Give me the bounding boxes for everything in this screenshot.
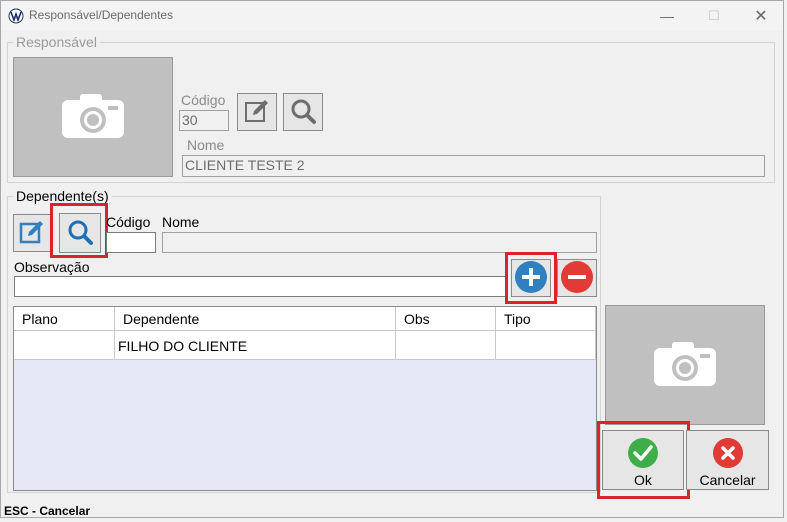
- dependente-nome-label: Nome: [162, 214, 200, 230]
- table-cell-plano[interactable]: [14, 331, 115, 360]
- edit-icon: [243, 97, 271, 128]
- ok-label: Ok: [634, 472, 652, 488]
- codigo-label: Código: [181, 92, 226, 108]
- close-button[interactable]: ✕: [738, 1, 784, 30]
- minimize-button[interactable]: —: [644, 1, 690, 30]
- edit-responsavel-button[interactable]: [237, 93, 277, 131]
- dependente-nome-field[interactable]: [162, 232, 597, 253]
- column-header-plano[interactable]: Plano: [14, 307, 115, 331]
- column-header-obs[interactable]: Obs: [396, 307, 496, 331]
- minus-circle-icon: [560, 260, 594, 297]
- dependentes-legend: Dependente(s): [13, 188, 112, 204]
- plus-circle-icon: [514, 260, 548, 297]
- search-icon: [66, 218, 94, 249]
- table-cell-obs[interactable]: [396, 331, 496, 360]
- remove-dependente-button[interactable]: [557, 259, 597, 297]
- camera-icon: [60, 92, 126, 143]
- table-cell-dependente[interactable]: FILHO DO CLIENTE: [115, 331, 396, 360]
- edit-dependente-button[interactable]: [13, 214, 51, 252]
- check-circle-icon: [627, 437, 659, 472]
- ok-button[interactable]: Ok: [602, 430, 684, 490]
- camera-icon: [652, 340, 718, 391]
- codigo-field[interactable]: 30: [179, 110, 229, 131]
- table-cell-tipo[interactable]: [496, 331, 596, 360]
- column-header-tipo[interactable]: Tipo: [496, 307, 596, 331]
- responsavel-legend: Responsável: [13, 34, 100, 50]
- edit-icon: [18, 218, 46, 249]
- observacao-label: Observação: [14, 259, 90, 275]
- nome-field[interactable]: CLIENTE TESTE 2: [182, 155, 765, 177]
- search-icon: [289, 97, 317, 128]
- nome-label: Nome: [187, 137, 225, 153]
- dependente-codigo-label: Código: [106, 214, 151, 230]
- search-responsavel-button[interactable]: [283, 93, 323, 131]
- cancel-label: Cancelar: [699, 472, 756, 488]
- window-title: Responsável/Dependentes: [29, 8, 174, 22]
- cancel-button[interactable]: Cancelar: [686, 430, 769, 490]
- column-header-dependente[interactable]: Dependente: [115, 307, 396, 331]
- x-circle-icon: [712, 437, 744, 472]
- maximize-button[interactable]: ☐: [691, 1, 737, 30]
- app-icon: [8, 8, 24, 24]
- dependentes-table[interactable]: Plano Dependente Obs Tipo FILHO DO CLIEN…: [13, 306, 597, 491]
- status-bar: ESC - Cancelar: [4, 504, 91, 518]
- add-dependente-button[interactable]: [511, 259, 551, 297]
- observacao-field[interactable]: [14, 276, 506, 297]
- dependente-photo[interactable]: [605, 305, 765, 425]
- search-dependente-button[interactable]: [59, 213, 101, 253]
- responsavel-photo[interactable]: [13, 57, 173, 177]
- dependente-codigo-field[interactable]: [106, 232, 156, 253]
